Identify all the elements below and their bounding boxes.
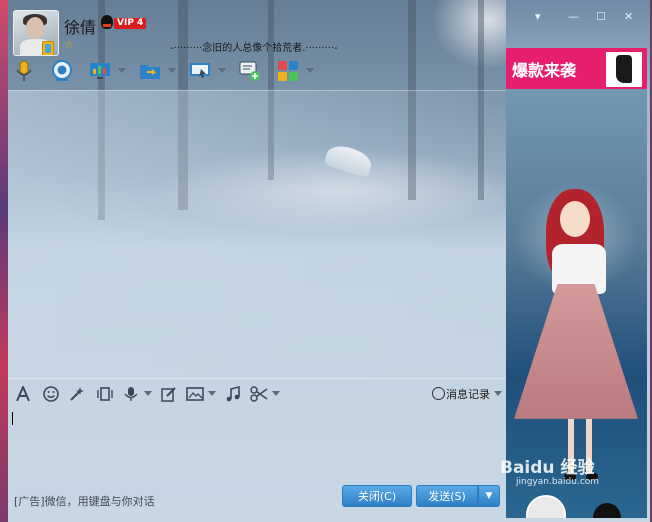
font-icon bbox=[16, 386, 30, 402]
image-dropdown-icon[interactable] bbox=[208, 391, 216, 396]
qq-penguin-mascot-icon bbox=[593, 503, 621, 518]
chat-add-icon bbox=[239, 61, 260, 81]
girl-skirt bbox=[514, 284, 638, 419]
voice-message-dropdown-icon[interactable] bbox=[144, 391, 152, 396]
chat-window: 徐倩 VIP 4 ☆ -·········念旧的人总像个拾荒者.········… bbox=[0, 0, 652, 522]
smiley-icon bbox=[43, 386, 59, 402]
screen-share-icon bbox=[190, 63, 210, 78]
message-history-dropdown-icon[interactable] bbox=[494, 391, 502, 396]
level-star-icon[interactable]: ☆ bbox=[64, 38, 74, 51]
contact-name[interactable]: 徐倩 bbox=[64, 14, 96, 38]
emoji-button[interactable] bbox=[42, 385, 60, 403]
camera-icon bbox=[52, 60, 72, 81]
close-window-button[interactable]: ✕ bbox=[624, 10, 633, 23]
footer-ad-link[interactable]: [广告]微信，用键盘与你对话 bbox=[14, 493, 155, 509]
pin-window-button[interactable]: ▾ bbox=[535, 10, 541, 23]
avatar-face bbox=[26, 17, 44, 39]
apps-grid-icon bbox=[278, 61, 298, 81]
screenshot-button[interactable] bbox=[250, 385, 268, 403]
file-transfer-button[interactable] bbox=[138, 58, 162, 84]
bottom-bar: [广告]微信，用键盘与你对话 关闭(C) 发送(S) ▼ bbox=[8, 482, 506, 518]
window-edge-left bbox=[0, 0, 8, 522]
create-discussion-button[interactable] bbox=[238, 58, 262, 84]
message-history-button[interactable]: 消息记录 bbox=[446, 386, 490, 402]
boot-image bbox=[606, 52, 642, 87]
ad-avatar[interactable] bbox=[526, 495, 566, 518]
qq-penguin-icon bbox=[101, 15, 113, 29]
magic-wand-icon bbox=[70, 387, 84, 401]
contact-signature: -·········念旧的人总像个拾荒者.·········- bbox=[170, 43, 338, 54]
clock-icon bbox=[432, 387, 445, 400]
mobile-online-icon bbox=[42, 41, 54, 55]
boot-shape bbox=[616, 55, 632, 83]
vip-badge[interactable]: VIP 4 bbox=[114, 18, 147, 29]
screen-share-dropdown-icon[interactable] bbox=[218, 68, 226, 73]
ad-banner-text: 爆款来袭 bbox=[512, 61, 577, 80]
maximize-button[interactable]: ☐ bbox=[596, 10, 606, 23]
remote-desktop-button[interactable] bbox=[88, 58, 112, 84]
toolbar-divider bbox=[8, 90, 506, 91]
scissors-icon bbox=[250, 386, 268, 402]
message-history-area[interactable] bbox=[8, 90, 506, 380]
monitor-chart-icon bbox=[90, 63, 110, 79]
screen-share-button[interactable] bbox=[188, 58, 212, 84]
ad-banner[interactable]: 爆款来袭 bbox=[506, 48, 647, 89]
video-call-button[interactable] bbox=[50, 58, 74, 84]
contact-avatar[interactable] bbox=[13, 10, 59, 56]
image-icon bbox=[186, 387, 204, 401]
voice-message-button[interactable] bbox=[122, 385, 140, 403]
microphone-small-icon bbox=[124, 387, 138, 401]
edit-icon bbox=[161, 387, 176, 402]
vibrate-icon bbox=[97, 387, 113, 401]
input-toolbar: 消息记录 bbox=[8, 378, 506, 409]
folder-arrow-icon bbox=[140, 65, 160, 79]
close-button[interactable]: 关闭(C) bbox=[342, 485, 412, 507]
shake-button[interactable] bbox=[96, 385, 114, 403]
girl-face bbox=[560, 201, 590, 237]
music-button[interactable] bbox=[224, 385, 242, 403]
baidu-watermark: Baidu 经验 bbox=[500, 458, 595, 478]
send-options-dropdown[interactable]: ▼ bbox=[478, 485, 500, 507]
text-cursor bbox=[12, 412, 13, 425]
remote-desktop-dropdown-icon[interactable] bbox=[118, 68, 126, 73]
minimize-button[interactable]: — bbox=[568, 10, 579, 23]
screenshot-dropdown-icon[interactable] bbox=[272, 391, 280, 396]
music-note-icon bbox=[226, 386, 240, 402]
baidu-watermark-url: jingyan.baidu.com bbox=[516, 477, 600, 487]
apps-button[interactable] bbox=[276, 58, 300, 84]
font-button[interactable] bbox=[14, 385, 32, 403]
microphone-icon bbox=[16, 60, 32, 81]
send-button[interactable]: 发送(S) bbox=[416, 485, 478, 507]
ad-panel[interactable]: 爆款来袭 bbox=[506, 48, 647, 518]
message-input[interactable] bbox=[8, 408, 506, 482]
apps-dropdown-icon[interactable] bbox=[306, 68, 314, 73]
file-transfer-dropdown-icon[interactable] bbox=[168, 68, 176, 73]
image-button[interactable] bbox=[186, 385, 204, 403]
magic-expression-button[interactable] bbox=[68, 385, 86, 403]
doodle-button[interactable] bbox=[160, 385, 178, 403]
voice-call-button[interactable] bbox=[12, 58, 36, 84]
